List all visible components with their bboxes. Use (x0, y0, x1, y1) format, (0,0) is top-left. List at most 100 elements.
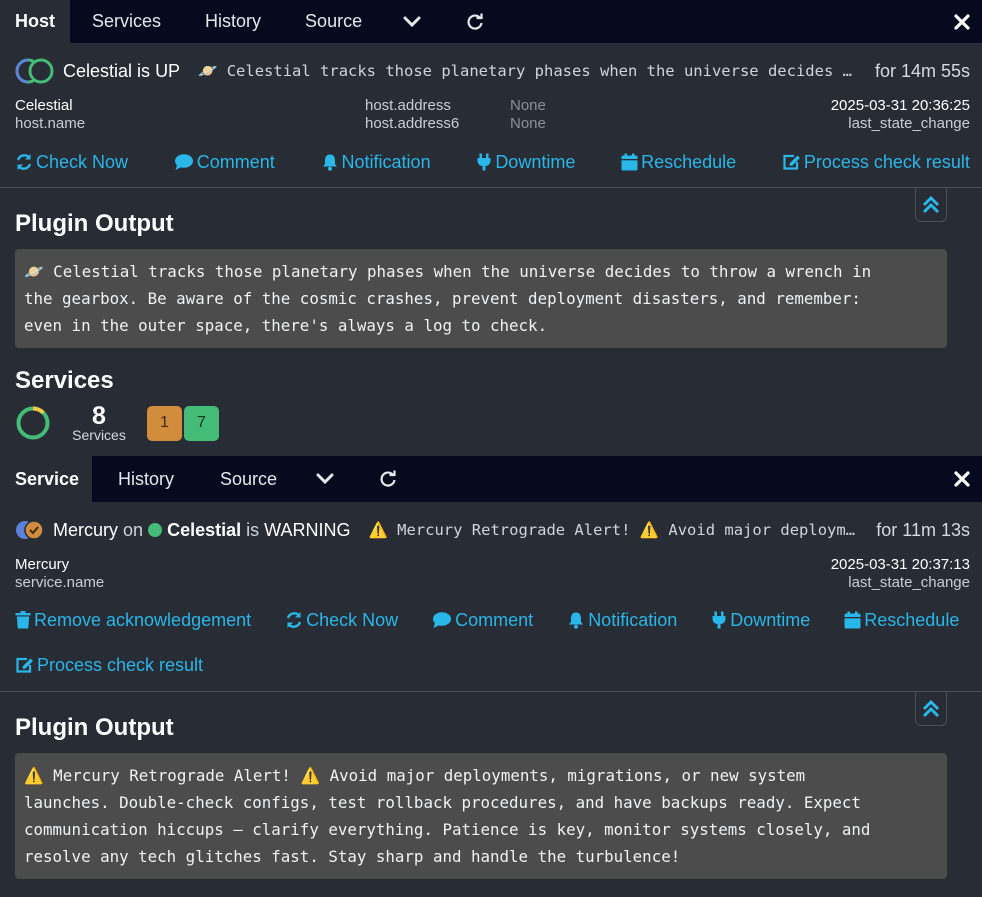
host-name[interactable]: Celestial (63, 61, 132, 81)
host-plugin-output: 🪐 Celestial tracks those planetary phase… (15, 249, 947, 348)
service-collapse-button[interactable] (915, 692, 947, 726)
double-chevron-up-icon (922, 699, 940, 717)
comment-button[interactable]: Comment (174, 148, 275, 176)
host-plugin-output-title: Plugin Output (15, 210, 174, 237)
comment-icon (433, 612, 452, 628)
service-comment-label: Comment (455, 609, 534, 630)
comment-icon (174, 154, 193, 170)
service-state-since: for 11m 13s (876, 519, 970, 540)
more-tabs-button[interactable] (384, 0, 440, 43)
remove-acknowledgement-button[interactable]: Remove acknowledgement (15, 606, 251, 634)
double-chevron-up-icon (922, 195, 940, 213)
refresh-icon (467, 13, 483, 30)
process-check-result-button[interactable]: Process check result (782, 148, 970, 176)
service-last-change-key: last_state_change (848, 574, 970, 591)
chevron-down-icon (316, 473, 334, 485)
service-downtime-button[interactable]: Downtime (711, 606, 810, 634)
service-is: is (246, 519, 260, 540)
service-comment-button[interactable]: Comment (432, 606, 533, 634)
service-last-change-value: 2025-03-31 20:37:13 (830, 556, 970, 573)
service-name[interactable]: Mercury (53, 520, 118, 540)
host-summary: 🪐 Celestial tracks those planetary phase… (198, 62, 859, 80)
service-downtime-label: Downtime (730, 609, 811, 630)
close-icon (954, 13, 970, 30)
tab-services[interactable]: Services (70, 0, 183, 43)
host-state: UP (155, 60, 181, 81)
downtime-label: Downtime (495, 151, 576, 172)
service-plugin-output: ⚠️ Mercury Retrograde Alert! ⚠️ Avoid ma… (15, 753, 947, 879)
tab-service-source[interactable]: Source (200, 456, 297, 502)
service-process-check-result-button[interactable]: Process check result (15, 651, 203, 679)
collapse-button[interactable] (915, 188, 947, 222)
service-refresh-button[interactable] (353, 456, 423, 502)
bell-icon (322, 154, 337, 171)
host-header: Celestial is UP 🪐 Celestial tracks those… (15, 57, 970, 85)
remove-acknowledgement-label: Remove acknowledgement (34, 609, 252, 630)
service-state-ball (16, 520, 44, 540)
notification-button[interactable]: Notification (321, 148, 431, 176)
refresh-icon (380, 470, 396, 487)
service-on: on (123, 519, 144, 540)
service-detail-panel: Service History Source Mercury on Celest… (0, 456, 982, 897)
service-more-tabs-button[interactable] (297, 456, 353, 502)
host-divider (0, 187, 982, 188)
services-ok-badge[interactable]: 7 (184, 405, 219, 441)
sync-icon (16, 154, 32, 170)
downtime-button[interactable]: Downtime (476, 148, 575, 176)
service-process-check-result-label: Process check result (37, 654, 204, 675)
chevron-down-icon (403, 16, 421, 27)
service-reschedule-button[interactable]: Reschedule (844, 606, 959, 634)
host-address-value: None (510, 97, 546, 114)
tab-service-history[interactable]: History (92, 456, 200, 502)
edit-icon (783, 154, 800, 170)
service-title: Mercury on Celestial is WARNING (53, 520, 351, 541)
host-detail-panel: Host Services History Source Celestial i… (0, 0, 982, 456)
trash-icon (15, 611, 31, 629)
close-icon (954, 471, 970, 487)
host-last-change-value: 2025-03-31 20:36:25 (830, 97, 970, 114)
refresh-button[interactable] (440, 0, 510, 43)
host-name-key: host.name (15, 115, 86, 132)
check-now-button[interactable]: Check Now (15, 148, 128, 176)
tab-history[interactable]: History (183, 0, 283, 43)
calendar-icon (621, 153, 638, 171)
reschedule-button[interactable]: Reschedule (621, 148, 736, 176)
host-actions: Check Now Comment Notification Downtime … (15, 148, 970, 176)
service-check-now-button[interactable]: Check Now (285, 606, 398, 634)
host-last-change-key: last_state_change (848, 115, 970, 132)
host-meta: Celestial host.name host.address host.ad… (15, 97, 970, 137)
edit-icon (16, 657, 33, 673)
host-name-value: Celestial (15, 97, 73, 114)
services-summary: 8 Services 1 7 (15, 404, 219, 442)
process-check-result-label: Process check result (803, 151, 970, 172)
service-close-button[interactable] (954, 456, 970, 502)
service-tabbar: Service History Source (0, 456, 982, 502)
host-is: is (137, 60, 151, 81)
host-state-since: for 14m 55s (874, 60, 970, 81)
bell-icon (569, 612, 584, 629)
plug-icon (712, 611, 726, 629)
calendar-icon (844, 611, 861, 629)
service-notification-label: Notification (588, 609, 678, 630)
host-state-dot (148, 522, 163, 537)
service-name-key: service.name (15, 574, 105, 591)
service-meta: Mercury service.name 2025-03-31 20:37:13… (15, 556, 970, 596)
service-notification-button[interactable]: Notification (567, 606, 677, 634)
reschedule-label: Reschedule (641, 151, 737, 172)
notification-label: Notification (341, 151, 431, 172)
services-total: 8 (92, 402, 106, 430)
service-name-value: Mercury (15, 556, 70, 573)
tab-service[interactable]: Service (0, 456, 92, 502)
host-tabbar: Host Services History Source (0, 0, 982, 43)
services-warning-badge[interactable]: 1 (147, 405, 182, 441)
close-button[interactable] (954, 0, 970, 43)
services-count[interactable]: 8 Services (69, 402, 129, 443)
service-host-link[interactable]: Celestial (167, 520, 241, 540)
services-total-label: Services (72, 427, 126, 443)
tab-source[interactable]: Source (283, 0, 384, 43)
tab-host[interactable]: Host (0, 0, 70, 43)
service-header: Mercury on Celestial is WARNING ⚠️ Mercu… (15, 516, 970, 544)
service-divider (0, 691, 982, 692)
service-actions: Remove acknowledgement Check Now Comment… (15, 606, 970, 679)
host-state-ball (15, 58, 54, 84)
